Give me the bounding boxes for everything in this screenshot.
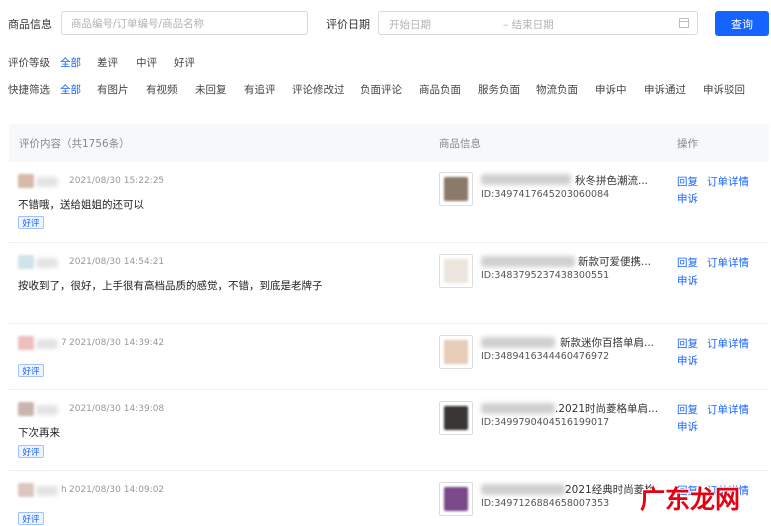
product-thumbnail	[439, 172, 473, 206]
order-detail-link[interactable]: 订单详情	[707, 402, 749, 417]
header-product-info: 商品信息	[439, 138, 481, 150]
product-thumbnail	[439, 401, 473, 435]
reply-link[interactable]: 回复	[677, 255, 698, 270]
quick-option-appeal-rejected[interactable]: 申诉驳回	[703, 82, 745, 97]
review-level-label: 评价等级	[8, 57, 50, 69]
review-content: 按收到了，很好，上手很有高档品质的感觉，不错，到底是老牌子	[18, 280, 323, 292]
product-id: ID:3489416344460476972	[481, 351, 610, 362]
table-row: 2021/08/30 14:54:21 按收到了，很好，上手很有高档品质的感觉，…	[9, 243, 769, 324]
quick-option-modified[interactable]: 评论修改过	[292, 82, 345, 97]
product-thumbnail	[439, 482, 473, 516]
blurred-username	[36, 258, 58, 268]
order-detail-link[interactable]: 订单详情	[707, 174, 749, 189]
quick-option-has-video[interactable]: 有视频	[146, 82, 178, 97]
positive-tag: 好评	[18, 216, 44, 229]
order-detail-link[interactable]: 订单详情	[707, 336, 749, 351]
appeal-link[interactable]: 申诉	[677, 191, 698, 206]
appeal-link[interactable]: 申诉	[677, 273, 698, 288]
quick-option-service-negative[interactable]: 服务负面	[478, 82, 520, 97]
product-title: 新款迷你百搭单肩...	[560, 337, 655, 349]
order-detail-link[interactable]: 订单详情	[707, 255, 749, 270]
avatar	[18, 336, 34, 350]
avatar	[18, 174, 34, 188]
blurred-username	[36, 486, 58, 496]
quick-option-logistics-negative[interactable]: 物流负面	[536, 82, 578, 97]
blurred-username	[36, 339, 58, 349]
review-content: 下次再来	[18, 427, 60, 439]
quick-option-follow-up[interactable]: 有追评	[244, 82, 276, 97]
positive-tag: 好评	[18, 445, 44, 458]
quick-option-product-negative[interactable]: 商品负面	[419, 82, 461, 97]
calendar-icon[interactable]	[679, 18, 689, 28]
positive-tag: 好评	[18, 512, 44, 525]
appeal-link[interactable]: 申诉	[677, 419, 698, 434]
blurred-product-title	[481, 403, 555, 414]
table-row: 2021/08/30 14:39:08 下次再来 好评 .2021时尚菱格单肩.…	[9, 390, 769, 471]
quick-filter: 快捷筛选 全部 有图片 有视频 未回复 有追评 评论修改过 负面评论 商品负面 …	[8, 82, 768, 98]
product-title: 秋冬拼色潮流...	[575, 175, 649, 187]
header-review-content: 评价内容（共1756条）	[19, 138, 130, 150]
watermark-logo: 广东龙网	[640, 485, 741, 514]
review-time: 2021/08/30 14:39:42	[69, 338, 165, 348]
reply-link[interactable]: 回复	[677, 402, 698, 417]
product-id: ID:3497126884658007353	[481, 498, 610, 509]
blurred-product-title	[481, 174, 571, 185]
blurred-username	[36, 405, 58, 415]
table-row: 2021/08/30 15:22:25 不错哦，送给姐姐的还可以 好评 秋冬拼色…	[9, 162, 769, 243]
review-time: 2021/08/30 14:39:08	[69, 404, 165, 414]
quick-option-all[interactable]: 全部	[60, 82, 81, 97]
avatar	[18, 483, 34, 497]
blurred-product-title	[481, 484, 565, 495]
review-table-header: 评价内容（共1756条） 商品信息 操作	[9, 124, 769, 162]
review-time: 2021/08/30 15:22:25	[69, 176, 165, 186]
positive-tag: 好评	[18, 364, 44, 377]
review-date-label: 评价日期	[326, 18, 370, 31]
review-time: 2021/08/30 14:09:02	[69, 485, 165, 495]
product-id: ID:3497417645203060084	[481, 189, 610, 200]
start-date-input[interactable]: 开始日期	[389, 17, 431, 32]
product-search-input[interactable]: 商品编号/订单编号/商品名称	[61, 11, 308, 35]
review-time: 2021/08/30 14:54:21	[69, 257, 165, 267]
level-option-neutral[interactable]: 中评	[136, 55, 157, 70]
level-option-all[interactable]: 全部	[60, 55, 81, 70]
avatar	[18, 255, 34, 269]
reply-link[interactable]: 回复	[677, 174, 698, 189]
level-option-negative[interactable]: 差评	[97, 55, 118, 70]
quick-option-has-image[interactable]: 有图片	[97, 82, 129, 97]
blurred-product-title	[481, 256, 575, 267]
end-date-input[interactable]: – 结束日期	[503, 17, 554, 32]
quick-filter-label: 快捷筛选	[8, 84, 50, 96]
quick-option-appeal-approved[interactable]: 申诉通过	[644, 82, 686, 97]
quick-option-negative-review[interactable]: 负面评论	[360, 82, 402, 97]
query-button[interactable]: 查询	[715, 11, 769, 36]
avatar	[18, 402, 34, 416]
product-thumbnail	[439, 335, 473, 369]
product-info-label: 商品信息	[8, 18, 52, 31]
table-row: 7 2021/08/30 14:39:42 好评 新款迷你百搭单肩... ID:…	[9, 324, 769, 390]
review-content: 不错哦，送给姐姐的还可以	[18, 199, 144, 211]
user-suffix: h	[61, 485, 67, 495]
review-level-filter: 评价等级 全部 差评 中评 好评	[8, 55, 308, 71]
review-date-range-picker[interactable]: 开始日期 – 结束日期	[378, 11, 698, 35]
header-actions: 操作	[677, 138, 698, 150]
blurred-username	[36, 177, 58, 187]
product-title: .2021时尚菱格单肩...	[555, 403, 659, 415]
product-thumbnail	[439, 254, 473, 288]
product-id: ID:3483795237438300551	[481, 270, 610, 281]
appeal-link[interactable]: 申诉	[677, 353, 698, 368]
blurred-product-title	[481, 337, 555, 348]
quick-option-appealing[interactable]: 申诉中	[595, 82, 627, 97]
user-suffix: 7	[61, 338, 67, 348]
product-id: ID:3499790404516199017	[481, 417, 610, 428]
product-title: 新款可爱便携...	[578, 256, 652, 268]
level-option-positive[interactable]: 好评	[174, 55, 195, 70]
reply-link[interactable]: 回复	[677, 336, 698, 351]
quick-option-unreplied[interactable]: 未回复	[195, 82, 227, 97]
